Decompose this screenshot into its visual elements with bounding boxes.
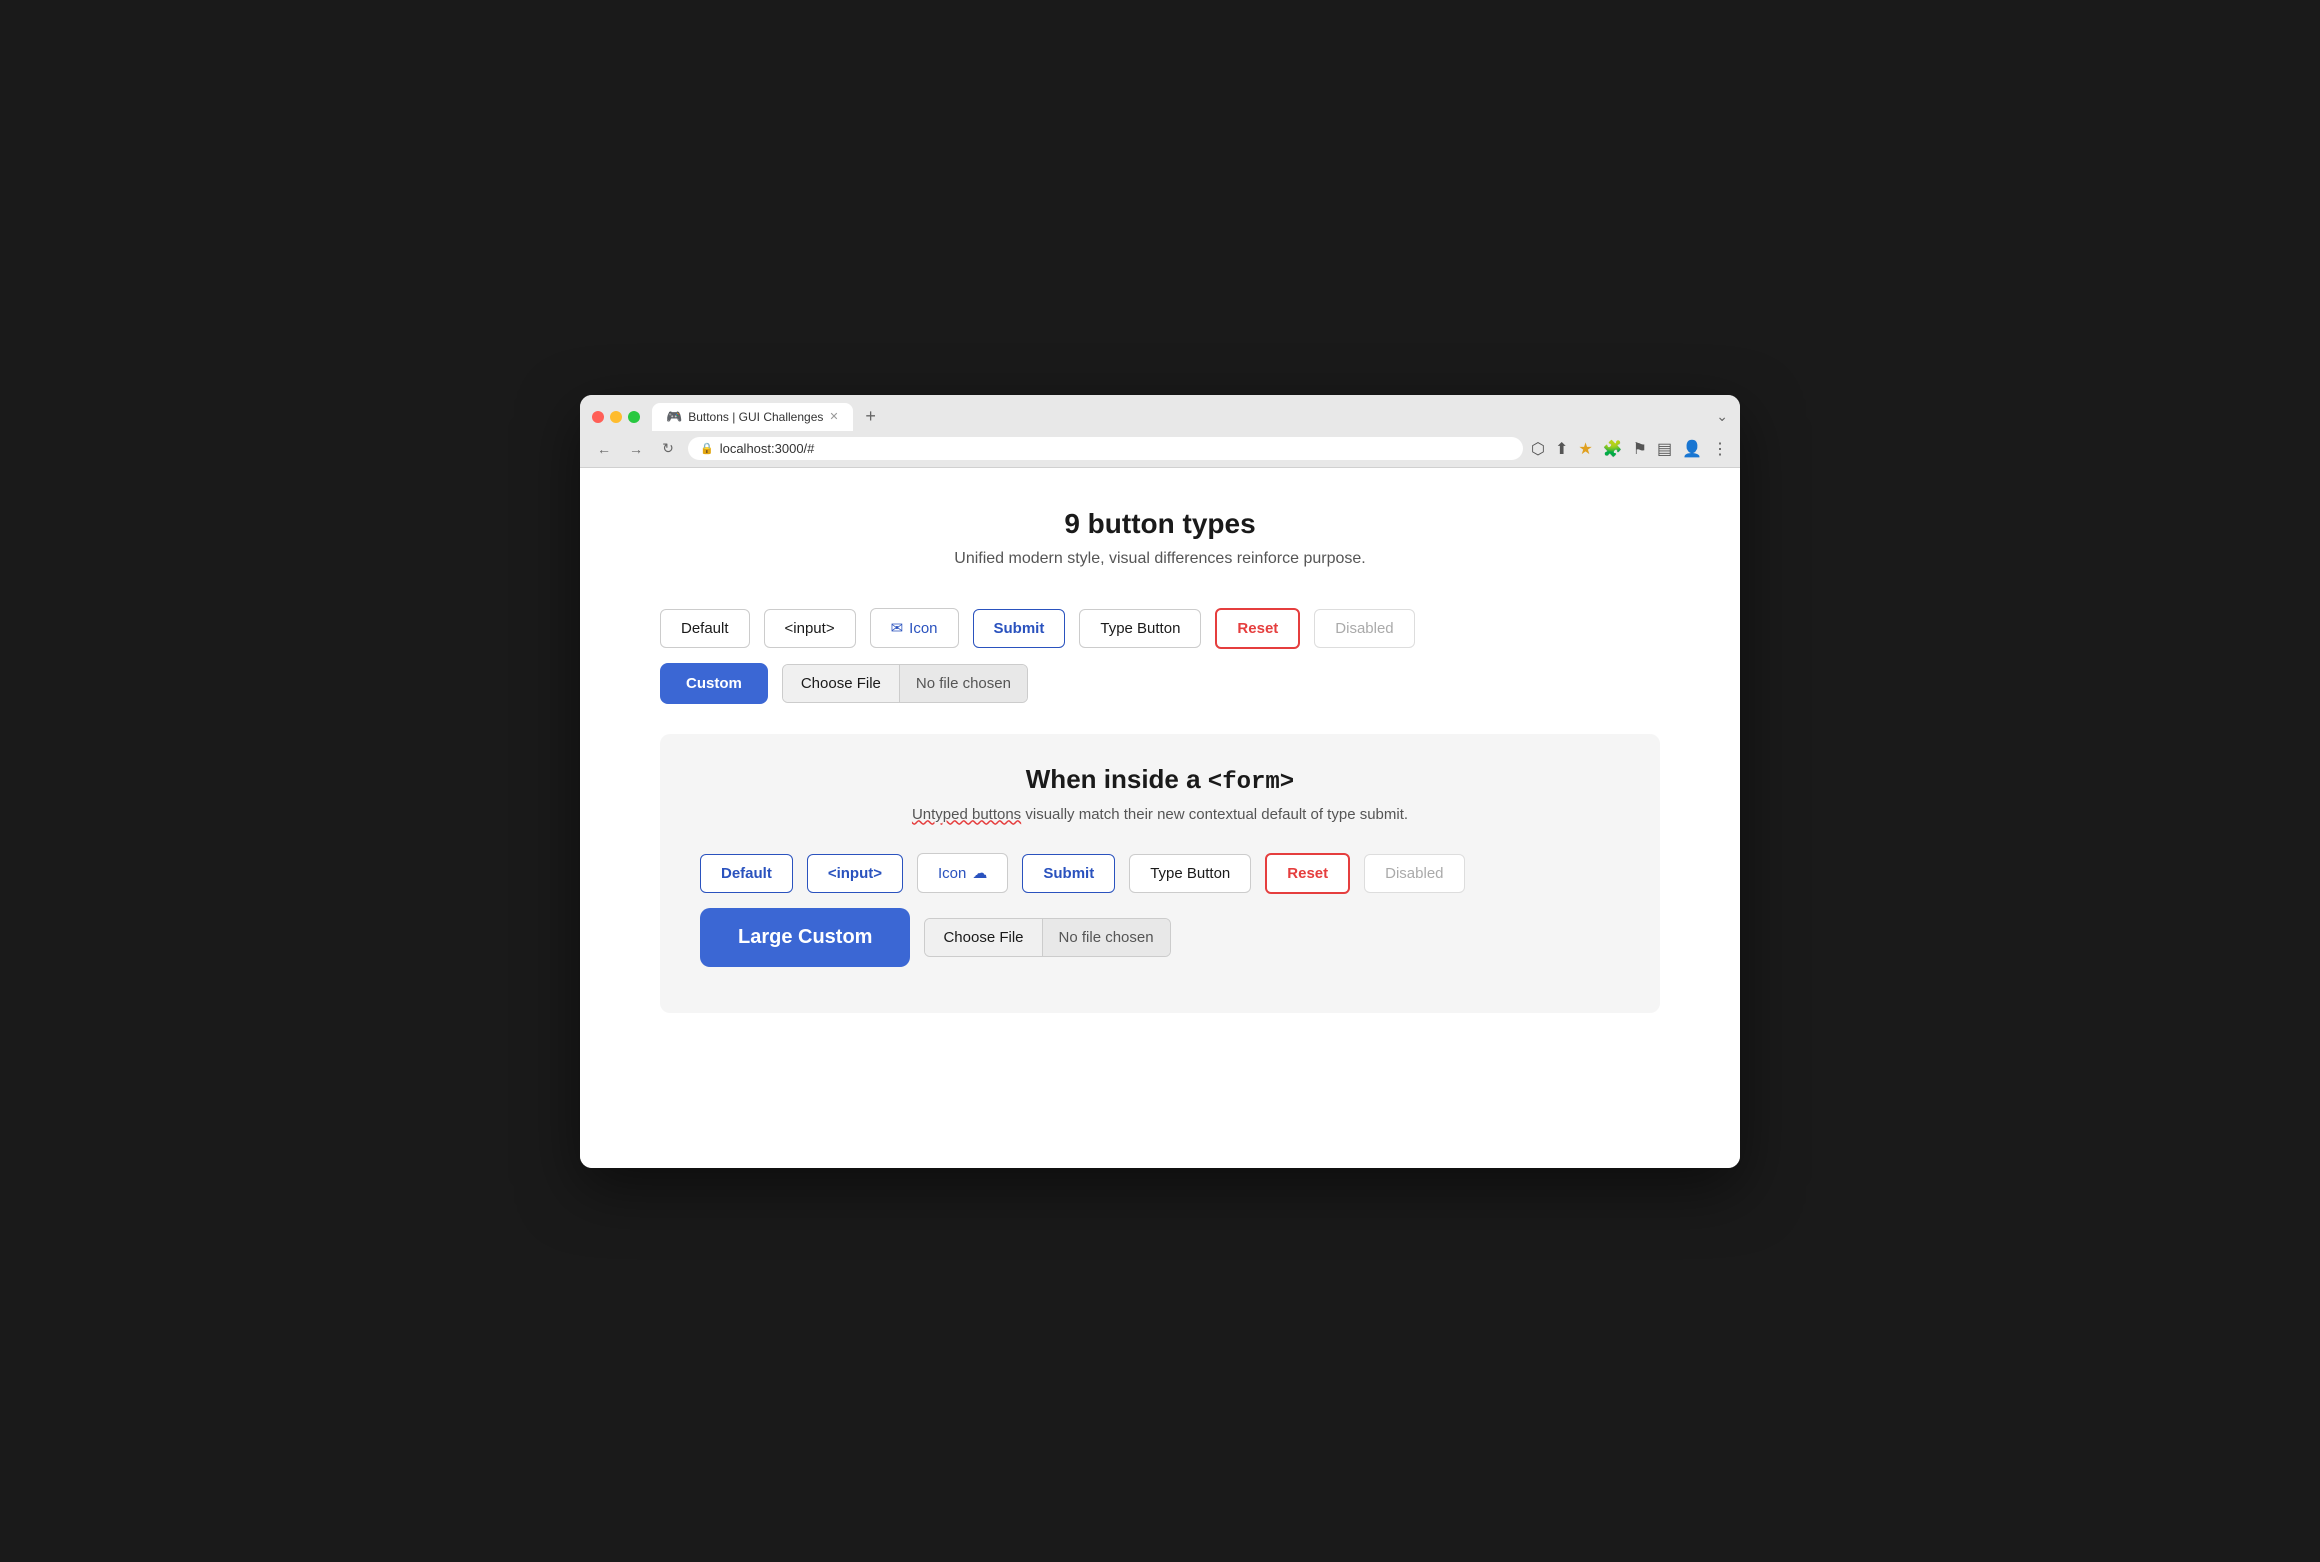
- submit-button[interactable]: Submit: [973, 609, 1066, 648]
- form-default-button[interactable]: Default: [700, 854, 793, 893]
- share-icon[interactable]: ⬆: [1555, 439, 1568, 459]
- lock-icon: 🔒: [700, 442, 714, 455]
- tab-favicon: 🎮: [666, 409, 682, 425]
- browser-window: 🎮 Buttons | GUI Challenges ✕ + ⌄ ← → ↻ 🔒…: [580, 395, 1740, 1168]
- tab-chevron[interactable]: ⌄: [1716, 408, 1728, 425]
- tab-bar: 🎮 Buttons | GUI Challenges ✕ + ⌄: [580, 395, 1740, 431]
- form-title-prefix: When inside a: [1026, 764, 1208, 794]
- form-input-button[interactable]: <input>: [807, 854, 903, 893]
- url-bar[interactable]: 🔒 localhost:3000/#: [688, 437, 1523, 460]
- toolbar-icons: ⬡ ⬆ ★ 🧩 ⚑ ▤ 👤 ⋮: [1531, 439, 1728, 459]
- form-subtitle-rest: visually match their new contextual defa…: [1021, 806, 1408, 823]
- form-icon-button[interactable]: Icon ☁: [917, 853, 1008, 893]
- form-type-button[interactable]: Type Button: [1129, 854, 1251, 893]
- new-tab-button[interactable]: +: [857, 403, 885, 431]
- maximize-button[interactable]: [628, 411, 640, 423]
- flag-icon[interactable]: ⚑: [1633, 439, 1647, 459]
- minimize-button[interactable]: [610, 411, 622, 423]
- reload-button[interactable]: ↻: [656, 437, 680, 461]
- form-disabled-button: Disabled: [1364, 854, 1464, 893]
- page-title: 9 button types: [660, 508, 1660, 540]
- input-button[interactable]: <input>: [764, 609, 856, 648]
- type-button[interactable]: Type Button: [1079, 609, 1201, 648]
- form-buttons-row-2: Large Custom Choose File No file chosen: [700, 908, 1620, 967]
- menu-icon[interactable]: ⋮: [1712, 439, 1728, 459]
- no-file-chosen-label: No file chosen: [900, 665, 1027, 702]
- close-button[interactable]: [592, 411, 604, 423]
- form-buttons-row-1: Default <input> Icon ☁ Submit Type Butto…: [700, 853, 1620, 894]
- reset-button[interactable]: Reset: [1215, 608, 1300, 649]
- form-subtitle: Untyped buttons visually match their new…: [700, 806, 1620, 823]
- tab-close-icon[interactable]: ✕: [829, 410, 838, 423]
- buttons-row-1: Default <input> ✉ Icon Submit Type Butto…: [660, 608, 1660, 649]
- traffic-lights: [592, 411, 640, 423]
- chrome-bar: 🎮 Buttons | GUI Challenges ✕ + ⌄ ← → ↻ 🔒…: [580, 395, 1740, 468]
- back-button[interactable]: ←: [592, 437, 616, 461]
- mail-icon: ✉: [891, 619, 904, 637]
- sidebar-icon[interactable]: ▤: [1657, 439, 1672, 459]
- form-code-tag: <form>: [1208, 769, 1294, 796]
- active-tab[interactable]: 🎮 Buttons | GUI Challenges ✕: [652, 403, 853, 431]
- form-section-title: When inside a <form>: [700, 764, 1620, 796]
- form-file-input[interactable]: Choose File No file chosen: [924, 918, 1170, 957]
- cloud-icon: ☁: [972, 864, 987, 882]
- disabled-button: Disabled: [1314, 609, 1414, 648]
- form-section: When inside a <form> Untyped buttons vis…: [660, 734, 1660, 1013]
- file-input[interactable]: Choose File No file chosen: [782, 664, 1028, 703]
- url-text: localhost:3000/#: [720, 441, 815, 456]
- profile-icon[interactable]: 👤: [1682, 439, 1702, 459]
- choose-file-button[interactable]: Choose File: [783, 665, 900, 702]
- tab-title: Buttons | GUI Challenges: [688, 410, 823, 424]
- form-choose-file-button[interactable]: Choose File: [925, 919, 1042, 956]
- bookmark-icon[interactable]: ★: [1578, 439, 1592, 459]
- page-subtitle: Unified modern style, visual differences…: [660, 550, 1660, 568]
- page-content: 9 button types Unified modern style, vis…: [580, 468, 1740, 1168]
- buttons-row-2: Custom Choose File No file chosen: [660, 663, 1660, 704]
- large-custom-button[interactable]: Large Custom: [700, 908, 910, 967]
- custom-button[interactable]: Custom: [660, 663, 768, 704]
- default-button[interactable]: Default: [660, 609, 750, 648]
- untyped-buttons-text: Untyped buttons: [912, 806, 1021, 823]
- form-reset-button[interactable]: Reset: [1265, 853, 1350, 894]
- form-no-file-chosen-label: No file chosen: [1043, 919, 1170, 956]
- form-icon-button-label: Icon: [938, 865, 966, 882]
- icon-button[interactable]: ✉ Icon: [870, 608, 959, 648]
- form-submit-button[interactable]: Submit: [1022, 854, 1115, 893]
- icon-button-label: Icon: [909, 620, 937, 637]
- forward-button[interactable]: →: [624, 437, 648, 461]
- extensions-icon[interactable]: 🧩: [1603, 439, 1623, 459]
- address-bar: ← → ↻ 🔒 localhost:3000/# ⬡ ⬆ ★ 🧩 ⚑ ▤ 👤 ⋮: [580, 431, 1740, 468]
- external-link-icon[interactable]: ⬡: [1531, 439, 1545, 459]
